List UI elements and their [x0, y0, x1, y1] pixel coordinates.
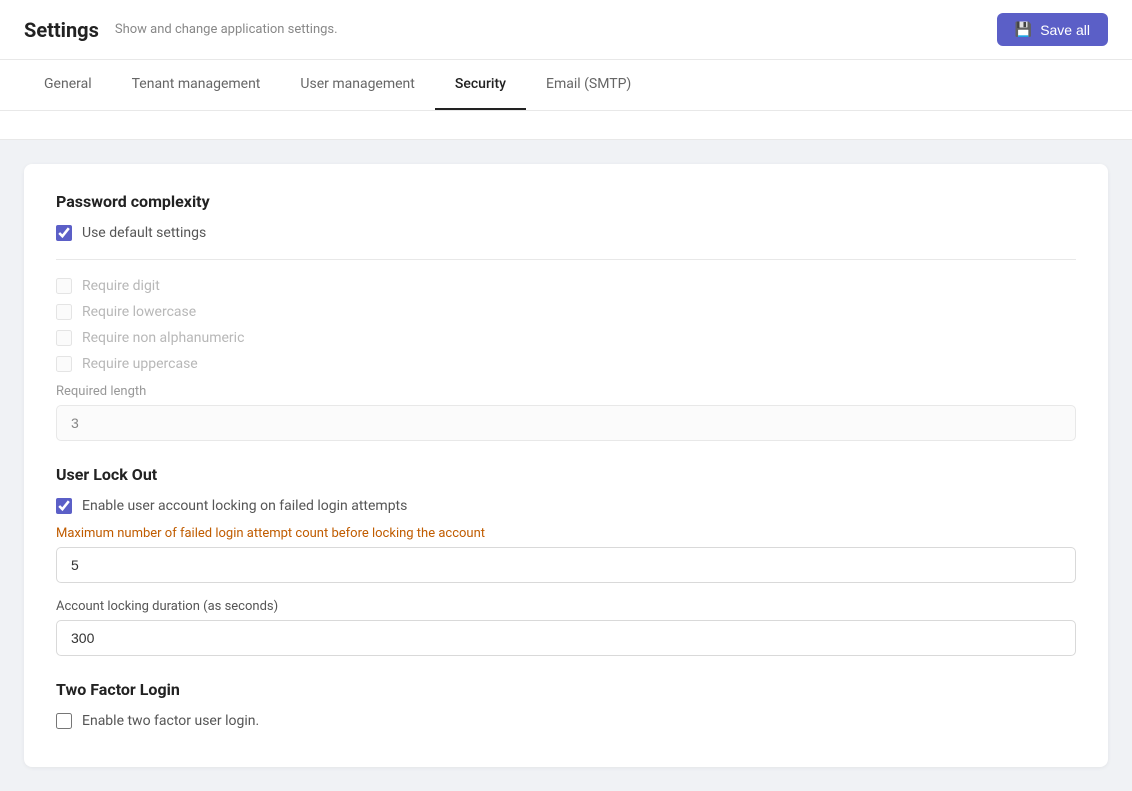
locking-duration-label: Account locking duration (as seconds) — [56, 599, 1076, 614]
require-lowercase-label[interactable]: Require lowercase — [82, 304, 196, 320]
locking-duration-input[interactable] — [56, 620, 1076, 656]
require-digit-row: Require digit — [56, 278, 1076, 294]
enable-two-factor-label[interactable]: Enable two factor user login. — [82, 713, 259, 729]
tab-tenant-management[interactable]: Tenant management — [112, 60, 281, 110]
use-default-settings-checkbox[interactable] — [56, 225, 72, 241]
tab-email-smtp[interactable]: Email (SMTP) — [526, 60, 651, 110]
app-container: Settings Show and change application set… — [0, 0, 1132, 791]
required-length-input[interactable] — [56, 405, 1076, 441]
top-bar-left: Settings Show and change application set… — [24, 18, 338, 42]
user-lock-out-section: User Lock Out Enable user account lockin… — [56, 465, 1076, 656]
require-lowercase-checkbox[interactable] — [56, 304, 72, 320]
tabs-wrapper: General Tenant management User managemen… — [0, 60, 1132, 140]
top-bar: Settings Show and change application set… — [0, 0, 1132, 60]
user-lock-out-title: User Lock Out — [56, 465, 1076, 484]
tab-user-management[interactable]: User management — [280, 60, 434, 110]
require-uppercase-label[interactable]: Require uppercase — [82, 356, 198, 372]
password-complexity-section: Password complexity Use default settings… — [56, 192, 1076, 441]
enable-locking-checkbox[interactable] — [56, 498, 72, 514]
divider-1 — [56, 259, 1076, 260]
complexity-options: Require digit Require lowercase Require … — [56, 278, 1076, 441]
enable-locking-row: Enable user account locking on failed lo… — [56, 498, 1076, 514]
require-uppercase-row: Require uppercase — [56, 356, 1076, 372]
password-complexity-title: Password complexity — [56, 192, 1076, 211]
enable-two-factor-checkbox[interactable] — [56, 713, 72, 729]
require-digit-checkbox[interactable] — [56, 278, 72, 294]
save-all-label: Save all — [1040, 22, 1090, 38]
max-attempts-label: Maximum number of failed login attempt c… — [56, 526, 1076, 541]
enable-two-factor-row: Enable two factor user login. — [56, 713, 1076, 729]
max-attempts-input[interactable] — [56, 547, 1076, 583]
tab-general[interactable]: General — [24, 60, 112, 110]
require-lowercase-row: Require lowercase — [56, 304, 1076, 320]
outer-content: Password complexity Use default settings… — [0, 140, 1132, 791]
tab-security[interactable]: Security — [435, 60, 526, 110]
two-factor-section: Two Factor Login Enable two factor user … — [56, 680, 1076, 729]
save-icon: 💾 — [1015, 21, 1032, 38]
main-card: Password complexity Use default settings… — [24, 164, 1108, 767]
require-digit-label[interactable]: Require digit — [82, 278, 160, 294]
two-factor-title: Two Factor Login — [56, 680, 1076, 699]
use-default-settings-label[interactable]: Use default settings — [82, 225, 206, 241]
use-default-settings-row: Use default settings — [56, 225, 1076, 241]
save-all-button[interactable]: 💾 Save all — [997, 13, 1108, 46]
require-uppercase-checkbox[interactable] — [56, 356, 72, 372]
required-length-label: Required length — [56, 384, 1076, 399]
require-non-alphanumeric-row: Require non alphanumeric — [56, 330, 1076, 346]
tabs: General Tenant management User managemen… — [0, 60, 1132, 111]
require-non-alphanumeric-checkbox[interactable] — [56, 330, 72, 346]
page-title: Settings — [24, 18, 99, 42]
page-subtitle: Show and change application settings. — [115, 22, 338, 37]
require-non-alphanumeric-label[interactable]: Require non alphanumeric — [82, 330, 244, 346]
enable-locking-label[interactable]: Enable user account locking on failed lo… — [82, 498, 407, 514]
